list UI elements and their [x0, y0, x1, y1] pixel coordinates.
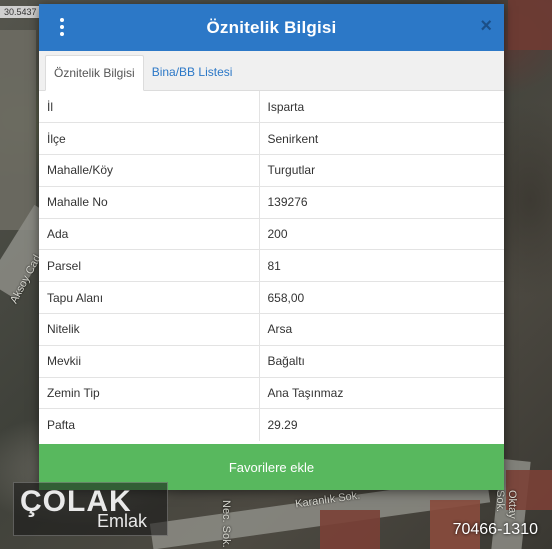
row-value: Ana Taşınmaz — [259, 376, 504, 409]
row-value: Turgutlar — [259, 154, 504, 187]
table-row: Mahalle No 139276 — [39, 185, 504, 219]
row-key: Parsel — [39, 249, 260, 282]
table-row: Ada 200 — [39, 217, 504, 250]
street-label: Nec. Sok. — [220, 500, 232, 548]
row-value: Isparta — [267, 99, 305, 114]
row-value: 139276 — [259, 185, 504, 219]
table-row: Mahalle/Köy Turgutlar — [39, 154, 504, 187]
row-key: İl — [39, 91, 260, 123]
row-key: Nitelik — [39, 313, 260, 346]
row-key: Ada — [39, 217, 260, 250]
tab-building-list[interactable]: Bina/BB Listesi — [144, 54, 241, 90]
map-building — [508, 0, 552, 50]
row-key: Tapu Alanı — [39, 281, 260, 314]
row-key: Mahalle/Köy — [39, 154, 260, 187]
attribute-info-modal: Öznitelik Bilgisi × Öznitelik Bilgisi Bi… — [39, 4, 504, 490]
close-icon[interactable]: × — [480, 16, 492, 36]
row-value: Senirkent — [259, 122, 504, 155]
row-value: 81 — [259, 249, 504, 282]
table-row: Tapu Alanı 658,00 — [39, 281, 504, 314]
street-label: Oktay Sok. — [494, 490, 518, 519]
table-row: İlçe Senirkent — [39, 122, 504, 155]
attribute-table: İl Isparta İlçe Senirkent Mahalle/Köy Tu… — [39, 91, 504, 441]
more-menu-icon[interactable] — [55, 15, 69, 39]
modal-header: Öznitelik Bilgisi × — [39, 4, 504, 51]
table-row: Pafta 29.29 — [39, 408, 504, 441]
row-value: 29.29 — [259, 408, 504, 441]
tab-bar: Öznitelik Bilgisi Bina/BB Listesi — [39, 51, 504, 91]
row-value: Bağaltı — [259, 344, 504, 378]
row-key: Zemin Tip — [39, 376, 260, 409]
row-value: 658,00 — [259, 281, 504, 314]
row-key: İlçe — [39, 122, 260, 155]
listing-number: 70466-1310 — [452, 521, 538, 538]
modal-title: Öznitelik Bilgisi — [206, 17, 337, 37]
row-value: 200 — [259, 217, 504, 250]
table-row: Mevkii Bağaltı — [39, 344, 504, 378]
map-coordinate-readout: 30.5437 — [0, 6, 41, 18]
row-value: Arsa — [259, 313, 504, 346]
map-building — [320, 510, 380, 549]
brand-logo: ÇOLAK Emlak — [13, 482, 168, 536]
row-key: Pafta — [39, 408, 260, 441]
table-row: Zemin Tip Ana Taşınmaz — [39, 376, 504, 409]
tab-attribute-info[interactable]: Öznitelik Bilgisi — [45, 55, 144, 91]
row-key: Mahalle No — [39, 185, 260, 219]
row-key: Mevkii — [39, 344, 260, 378]
logo-sub-text: Emlak — [97, 511, 148, 531]
table-row: Parsel 81 — [39, 249, 504, 282]
map-road — [0, 30, 36, 230]
table-row: Nitelik Arsa — [39, 313, 504, 346]
table-row: İl Isparta — [39, 91, 504, 123]
